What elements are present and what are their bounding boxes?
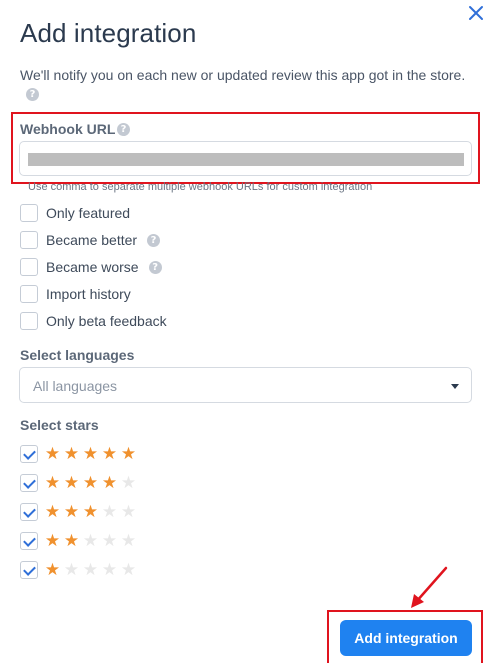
star-icon: ★	[44, 559, 61, 580]
option-became-worse[interactable]: Became worse ?	[20, 258, 162, 276]
dialog-title: Add integration	[20, 18, 197, 48]
became-better-help-icon[interactable]: ?	[147, 233, 161, 247]
star-icon: ★	[63, 443, 80, 464]
star-filter-3[interactable]: ★ ★ ★ ★ ★	[20, 502, 138, 522]
star-icon: ★	[63, 530, 80, 551]
star-filter-5[interactable]: ★ ★ ★ ★ ★	[20, 444, 138, 464]
option-label: Became worse	[46, 259, 139, 275]
star-icon: ★	[44, 443, 61, 464]
star-icon: ★	[120, 559, 137, 580]
dialog-description: We'll notify you on each new or updated …	[20, 67, 466, 83]
star-icon: ★	[101, 472, 118, 493]
option-only-featured[interactable]: Only featured	[20, 204, 130, 222]
star-icon: ★	[63, 559, 80, 580]
star-icon: ★	[82, 501, 99, 522]
became-worse-help-icon[interactable]: ?	[148, 260, 162, 274]
select-stars-label: Select stars	[20, 417, 99, 433]
star-rating: ★ ★ ★ ★ ★	[43, 443, 138, 464]
webhook-url-input[interactable]	[19, 141, 472, 176]
option-became-better[interactable]: Became better ?	[20, 231, 161, 249]
only-featured-checkbox[interactable]	[20, 204, 38, 222]
add-integration-button[interactable]: Add integration	[340, 620, 472, 656]
star-filter-checkbox[interactable]	[20, 474, 38, 492]
star-icon: ★	[82, 530, 99, 551]
option-import-history[interactable]: Import history	[20, 285, 131, 303]
star-icon: ★	[63, 472, 80, 493]
star-icon: ★	[120, 472, 137, 493]
star-icon: ★	[82, 559, 99, 580]
became-better-checkbox[interactable]	[20, 231, 38, 249]
import-history-checkbox[interactable]	[20, 285, 38, 303]
star-icon: ★	[101, 501, 118, 522]
star-icon: ★	[101, 559, 118, 580]
webhook-url-label: Webhook URL	[20, 121, 116, 137]
star-icon: ★	[82, 443, 99, 464]
star-icon: ★	[120, 530, 137, 551]
caret-down-icon	[451, 384, 459, 389]
star-icon: ★	[101, 530, 118, 551]
only-beta-feedback-checkbox[interactable]	[20, 312, 38, 330]
star-icon: ★	[120, 443, 137, 464]
select-languages-label: Select languages	[20, 347, 135, 363]
option-label: Import history	[46, 286, 131, 302]
became-worse-checkbox[interactable]	[20, 258, 38, 276]
close-icon[interactable]	[466, 3, 486, 23]
star-rating: ★ ★ ★ ★ ★	[43, 472, 138, 493]
star-icon: ★	[63, 501, 80, 522]
star-icon: ★	[44, 530, 61, 551]
annotation-arrow-icon	[411, 566, 448, 608]
star-icon: ★	[120, 501, 137, 522]
webhook-url-redacted-value	[28, 153, 464, 166]
option-only-beta-feedback[interactable]: Only beta feedback	[20, 312, 167, 330]
star-filter-1[interactable]: ★ ★ ★ ★ ★	[20, 560, 138, 580]
option-label: Became better	[46, 232, 138, 248]
languages-select-value: All languages	[33, 378, 118, 394]
option-label: Only featured	[46, 205, 131, 221]
star-filter-2[interactable]: ★ ★ ★ ★ ★	[20, 531, 138, 551]
star-icon: ★	[44, 472, 61, 493]
star-rating: ★ ★ ★ ★ ★	[43, 559, 138, 580]
webhook-hint: Use comma to separate multiple webhook U…	[28, 181, 373, 193]
option-label: Only beta feedback	[46, 313, 167, 329]
star-rating: ★ ★ ★ ★ ★	[43, 530, 138, 551]
star-rating: ★ ★ ★ ★ ★	[43, 501, 138, 522]
star-filter-checkbox[interactable]	[20, 532, 38, 550]
webhook-help-icon[interactable]: ?	[117, 123, 130, 136]
star-icon: ★	[82, 472, 99, 493]
star-filter-checkbox[interactable]	[20, 445, 38, 463]
star-filter-checkbox[interactable]	[20, 561, 38, 579]
help-icon[interactable]: ?	[26, 88, 39, 101]
star-icon: ★	[101, 443, 118, 464]
star-icon: ★	[44, 501, 61, 522]
star-filter-checkbox[interactable]	[20, 503, 38, 521]
star-filter-4[interactable]: ★ ★ ★ ★ ★	[20, 473, 138, 493]
languages-select[interactable]: All languages	[19, 367, 472, 403]
